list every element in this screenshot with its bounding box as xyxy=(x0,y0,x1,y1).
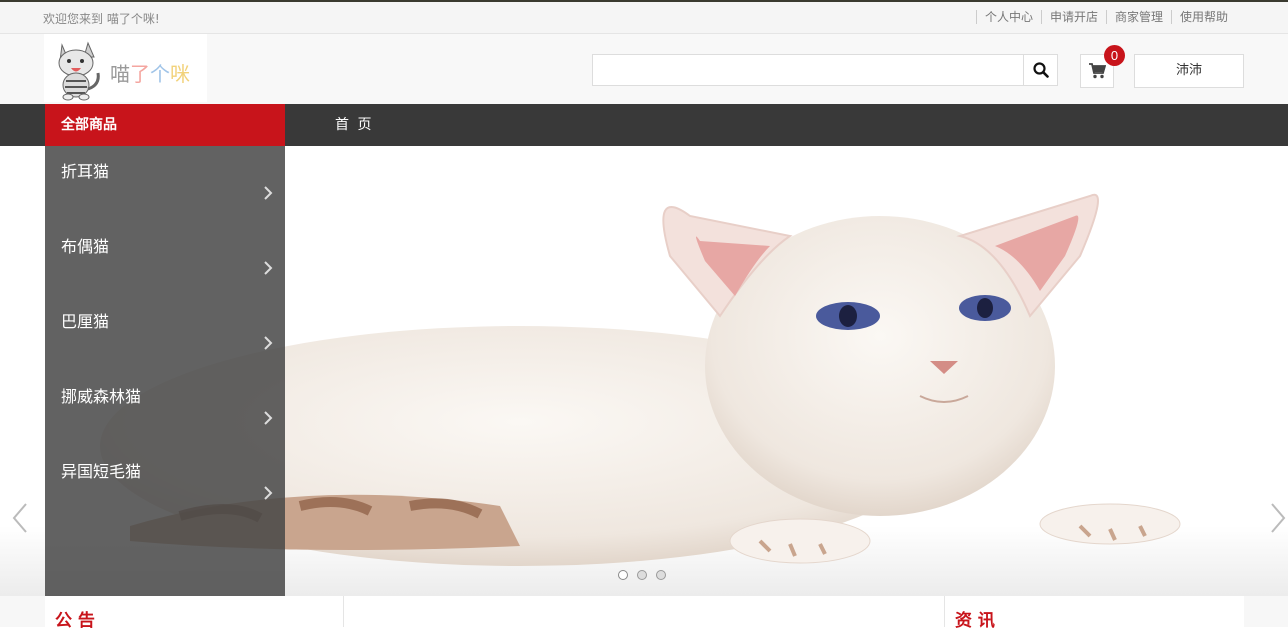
top-bar: 欢迎您来到 喵了个咪! 个人中心 申请开店 商家管理 使用帮助 xyxy=(0,2,1288,34)
prev-slide-arrow-icon[interactable] xyxy=(10,498,30,538)
search-box xyxy=(592,54,1058,86)
nav-home-link[interactable]: 首 页 xyxy=(335,104,373,146)
carousel-dots xyxy=(618,570,666,580)
cart-count-badge: 0 xyxy=(1104,45,1125,66)
link-user-center[interactable]: 个人中心 xyxy=(975,10,1041,24)
category-item[interactable]: 布偶猫 xyxy=(45,221,285,296)
all-goods-button[interactable]: 全部商品 xyxy=(45,104,285,146)
category-item[interactable]: 挪威森林猫 xyxy=(45,371,285,446)
main-nav: 全部商品 首 页 xyxy=(0,104,1288,146)
site-logo[interactable]: 喵了个咪 xyxy=(44,34,207,102)
category-label: 折耳猫 xyxy=(61,162,110,181)
link-help[interactable]: 使用帮助 xyxy=(1170,10,1236,24)
link-open-shop[interactable]: 申请开店 xyxy=(1040,10,1106,24)
cart-icon xyxy=(1089,63,1106,79)
category-item[interactable]: 巴厘猫 xyxy=(45,296,285,371)
bottom-section: 公 告 资 讯 xyxy=(0,596,1288,631)
category-item[interactable]: 异国短毛猫 xyxy=(45,446,285,521)
search-icon xyxy=(1032,62,1049,78)
chevron-right-icon xyxy=(264,411,273,425)
notice-panel: 公 告 xyxy=(45,596,344,631)
welcome-text: 欢迎您来到 喵了个咪! xyxy=(43,12,160,26)
center-panel xyxy=(344,596,944,627)
carousel-dot[interactable] xyxy=(637,570,647,580)
category-label: 巴厘猫 xyxy=(61,312,110,331)
carousel-dot[interactable] xyxy=(618,570,628,580)
next-slide-arrow-icon[interactable] xyxy=(1268,498,1288,538)
carousel-dot[interactable] xyxy=(656,570,666,580)
top-links: 个人中心 申请开店 商家管理 使用帮助 xyxy=(975,10,1236,24)
cat-logo-icon xyxy=(58,41,100,101)
user-name-button[interactable]: 沛沛 xyxy=(1134,54,1244,88)
header: 喵了个咪 0 沛沛 xyxy=(0,34,1288,104)
category-label: 异国短毛猫 xyxy=(61,462,142,481)
notice-title: 公 告 xyxy=(55,611,95,631)
chevron-right-icon xyxy=(264,486,273,500)
logo-text: 喵了个咪 xyxy=(110,62,190,86)
category-label: 挪威森林猫 xyxy=(61,387,142,406)
category-menu: 折耳猫 布偶猫 巴厘猫 挪威森林猫 异国短毛猫 xyxy=(45,146,285,596)
category-item[interactable]: 折耳猫 xyxy=(45,146,285,221)
category-label: 布偶猫 xyxy=(61,237,110,256)
chevron-right-icon xyxy=(264,336,273,350)
link-merchant-admin[interactable]: 商家管理 xyxy=(1105,10,1171,24)
chevron-right-icon xyxy=(264,261,273,275)
search-button[interactable] xyxy=(1023,55,1057,85)
search-input[interactable] xyxy=(593,55,1039,85)
news-title: 资 讯 xyxy=(955,611,995,631)
chevron-right-icon xyxy=(264,186,273,200)
news-panel: 资 讯 xyxy=(944,596,1244,631)
